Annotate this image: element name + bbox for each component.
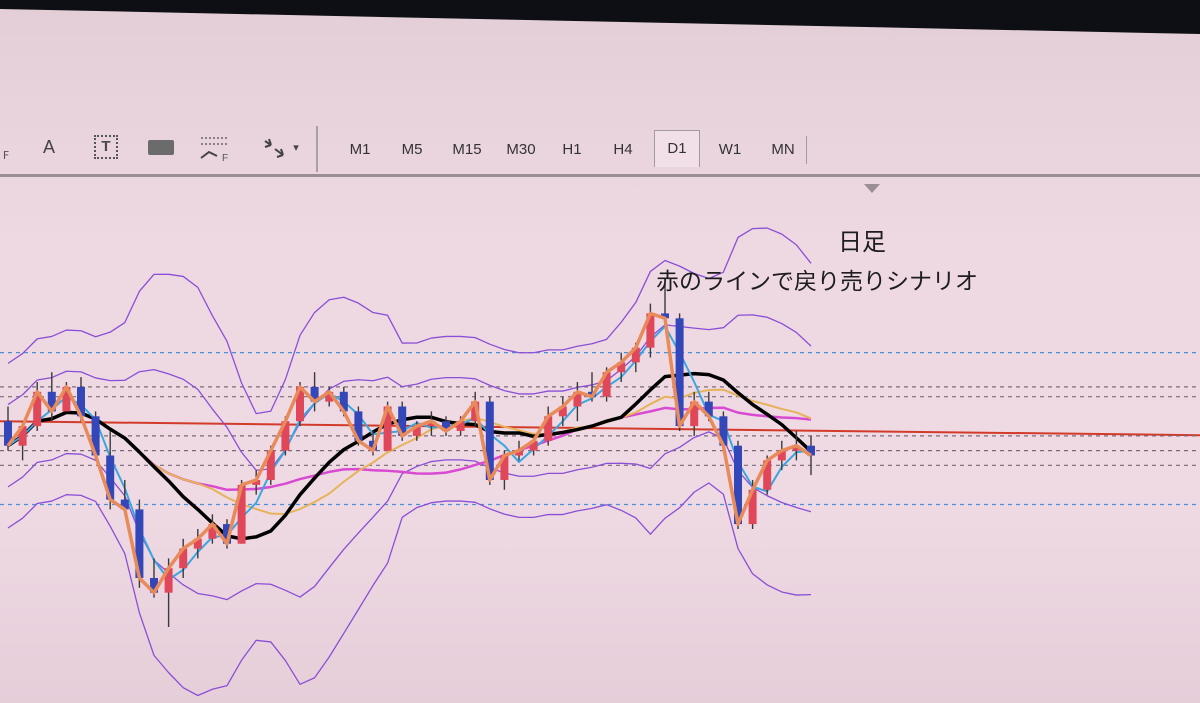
ma-black-line <box>7 371 813 541</box>
fibo-fan-icon: F <box>200 137 229 162</box>
fibo-icon: F <box>2 148 10 162</box>
annotation-timeframe-label: 日足 <box>838 228 886 256</box>
dropdown-chevron-icon: ▾ <box>293 140 299 154</box>
text-label-tool-button[interactable]: T <box>90 132 122 162</box>
rectangle-icon <box>148 139 174 155</box>
arrows-tool-button[interactable]: ▾ <box>254 132 306 162</box>
bollinger-band-line <box>7 482 812 697</box>
annotation-scenario-text: 赤のラインで戻り売りシナリオ <box>656 269 978 295</box>
fibo-tool-button[interactable]: F <box>0 132 18 162</box>
timeframe-h1-button[interactable]: H1 <box>552 136 592 164</box>
timeframe-h4-button[interactable]: H4 <box>602 136 644 164</box>
timeframe-w1-button[interactable]: W1 <box>708 136 752 164</box>
svg-text:F: F <box>222 153 228 162</box>
bollinger-band-line <box>7 314 812 471</box>
timeframe-mn-button[interactable]: MN <box>760 136 807 164</box>
timeframe-m1-button[interactable]: M1 <box>338 136 382 164</box>
monitor-screen: F A T F ▾ M1 M5 M15 M30 H1 H4 D1 W1 MN 日… <box>0 9 1200 703</box>
timeframe-m15-button[interactable]: M15 <box>444 136 490 164</box>
ma-fast-blue-line <box>7 325 812 581</box>
ma-orange-line <box>6 311 812 595</box>
timeframe-d1-button[interactable]: D1 <box>654 130 700 167</box>
text-a-icon: A <box>42 136 55 157</box>
text-label-icon: T <box>94 135 118 159</box>
toolbar-separator <box>316 126 318 172</box>
timeframe-m30-button[interactable]: M30 <box>498 136 544 164</box>
text-tool-button[interactable]: A <box>34 132 64 162</box>
price-chart[interactable] <box>0 176 1200 703</box>
fibo-fan-tool-button[interactable]: F <box>196 132 234 162</box>
arrows-icon <box>264 138 285 158</box>
bollinger-band-line <box>7 431 812 601</box>
rectangle-tool-button[interactable] <box>144 132 178 162</box>
timeframe-m5-button[interactable]: M5 <box>390 136 434 164</box>
chart-toolbar: F A T F ▾ M1 M5 M15 M30 H1 H4 D1 W1 MN <box>0 122 1200 177</box>
